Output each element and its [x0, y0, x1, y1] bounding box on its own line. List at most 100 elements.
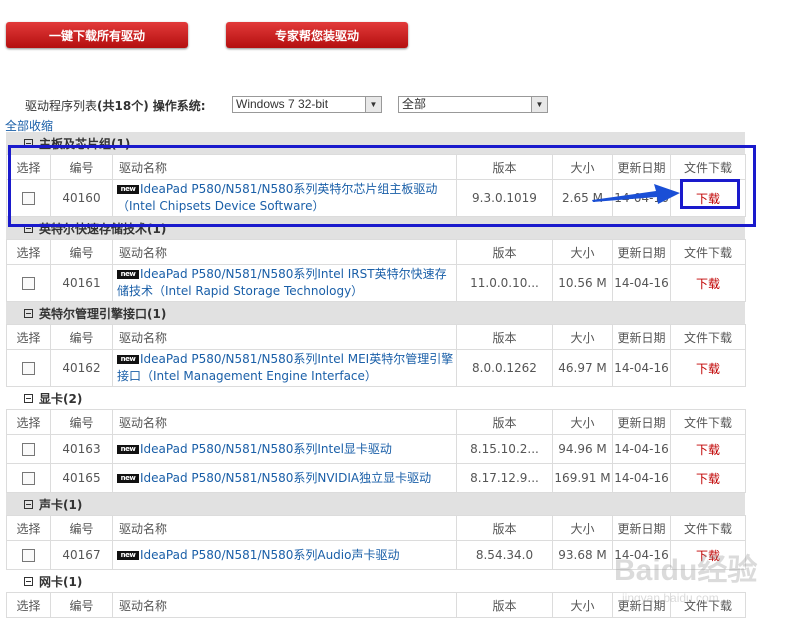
row-checkbox[interactable] — [22, 472, 35, 485]
category-header[interactable]: 显卡(2) — [6, 387, 745, 409]
filter-bar: 驱动程序列表 (共18个) 操作系统: — [25, 96, 206, 114]
column-header-download: 文件下载 — [670, 515, 746, 541]
column-header-size: 大小 — [552, 154, 613, 180]
new-badge-icon: new — [117, 270, 139, 279]
download-link[interactable]: 下载 — [696, 277, 720, 291]
row-checkbox[interactable] — [22, 277, 35, 290]
column-header-select: 选择 — [6, 592, 51, 618]
column-header-date: 更新日期 — [612, 154, 671, 180]
driver-name-link[interactable]: IdeaPad P580/N581/N580系列Intel IRST英特尔快速存… — [117, 267, 447, 298]
column-header-name: 驱动名称 — [112, 409, 457, 435]
driver-name-cell: new IdeaPad P580/N581/N580系列Intel显卡驱动 — [112, 434, 457, 464]
select-cell — [6, 349, 51, 387]
table-row: 40167 new IdeaPad P580/N581/N580系列Audio声卡驱… — [6, 540, 746, 570]
driver-name-link[interactable]: IdeaPad P580/N581/N580系列Intel MEI英特尔管理引擎… — [117, 352, 453, 383]
driver-table: 选择 编号 驱动名称 版本 大小 更新日期 文件下载 40160 new IdeaPad P580… — [6, 154, 746, 217]
row-checkbox[interactable] — [22, 549, 35, 562]
driver-list: 主板及芯片组(1) 选择 编号 驱动名称 版本 大小 更新日期 文件下载 40160 new Ide… — [6, 132, 746, 618]
collapse-icon[interactable] — [24, 138, 33, 148]
select-cell — [6, 179, 51, 217]
download-link[interactable]: 下载 — [696, 443, 720, 457]
column-header-select: 选择 — [6, 154, 51, 180]
download-cell: 下载 — [670, 540, 746, 570]
driver-name-link[interactable]: IdeaPad P580/N581/N580系列NVIDIA独立显卡驱动 — [140, 471, 431, 485]
column-header-name: 驱动名称 — [112, 154, 457, 180]
expert-install-button[interactable]: 专家帮您装驱动 — [226, 22, 408, 48]
table-row: 40161 new IdeaPad P580/N581/N580系列Intel IR… — [6, 264, 746, 302]
driver-name-cell: new IdeaPad P580/N581/N580系列Intel IRST英特尔… — [112, 264, 457, 302]
chevron-down-icon[interactable]: ▼ — [531, 97, 547, 112]
column-header-id: 编号 — [50, 592, 113, 618]
select-cell — [6, 434, 51, 464]
download-cell: 下载 — [670, 463, 746, 493]
download-cell: 下载 — [670, 349, 746, 387]
column-header-version: 版本 — [456, 154, 553, 180]
column-header-select: 选择 — [6, 409, 51, 435]
column-header-name: 驱动名称 — [112, 324, 457, 350]
column-header-name: 驱动名称 — [112, 239, 457, 265]
driver-table: 选择 编号 驱动名称 版本 大小 更新日期 文件下载 40167 new IdeaPad P580… — [6, 515, 746, 570]
column-header-select: 选择 — [6, 324, 51, 350]
download-link[interactable]: 下载 — [696, 362, 720, 376]
driver-size: 94.96 M — [552, 434, 613, 464]
column-header-size: 大小 — [552, 409, 613, 435]
new-badge-icon: new — [117, 473, 139, 483]
driver-date: 14-04-16 — [612, 463, 671, 493]
select-cell — [6, 463, 51, 493]
download-cell: 下载 — [670, 434, 746, 464]
driver-version: 8.17.12.9... — [456, 463, 553, 493]
category-header[interactable]: 声卡(1) — [6, 493, 745, 515]
collapse-icon[interactable] — [24, 308, 33, 318]
driver-id: 40160 — [50, 179, 113, 217]
column-header-download: 文件下载 — [670, 239, 746, 265]
collapse-icon[interactable] — [24, 576, 33, 586]
column-header-date: 更新日期 — [612, 409, 671, 435]
category-header[interactable]: 网卡(1) — [6, 570, 745, 592]
driver-version: 8.15.10.2... — [456, 434, 553, 464]
column-header-version: 版本 — [456, 324, 553, 350]
row-checkbox[interactable] — [22, 443, 35, 456]
driver-name-link[interactable]: IdeaPad P580/N581/N580系列Audio声卡驱动 — [140, 548, 399, 562]
category-title: 网卡(1) — [39, 574, 83, 589]
os-label: 操作系统: — [152, 98, 206, 113]
chevron-down-icon[interactable]: ▼ — [365, 97, 381, 112]
row-checkbox[interactable] — [22, 192, 35, 205]
driver-table: 选择 编号 驱动名称 版本 大小 更新日期 文件下载 — [6, 592, 746, 618]
column-header-id: 编号 — [50, 409, 113, 435]
download-link[interactable]: 下载 — [696, 472, 720, 486]
column-header-download: 文件下载 — [670, 154, 746, 180]
column-header-version: 版本 — [456, 592, 553, 618]
download-link[interactable]: 下载 — [696, 192, 720, 206]
download-link[interactable]: 下载 — [696, 549, 720, 563]
table-header-row: 选择 编号 驱动名称 版本 大小 更新日期 文件下载 — [6, 239, 746, 265]
collapse-icon[interactable] — [24, 223, 33, 233]
collapse-icon[interactable] — [24, 499, 33, 509]
row-checkbox[interactable] — [22, 362, 35, 375]
table-row: 40165 new IdeaPad P580/N581/N580系列NVIDIA独立… — [6, 463, 746, 493]
collapse-icon[interactable] — [24, 393, 33, 403]
category-header[interactable]: 主板及芯片组(1) — [6, 132, 745, 154]
category-title: 声卡(1) — [39, 497, 83, 512]
category-title: 英特尔管理引擎接口(1) — [39, 306, 167, 321]
driver-date: 14-04-16 — [612, 349, 671, 387]
category-header[interactable]: 英特尔管理引擎接口(1) — [6, 302, 745, 324]
column-header-id: 编号 — [50, 154, 113, 180]
table-header-row: 选择 编号 驱动名称 版本 大小 更新日期 文件下载 — [6, 592, 746, 618]
category-select[interactable]: 全部 ▼ — [398, 96, 548, 113]
column-header-date: 更新日期 — [612, 592, 671, 618]
column-header-id: 编号 — [50, 324, 113, 350]
driver-name-link[interactable]: IdeaPad P580/N581/N580系列Intel显卡驱动 — [140, 442, 392, 456]
column-header-name: 驱动名称 — [112, 592, 457, 618]
os-select[interactable]: Windows 7 32-bit ▼ — [232, 96, 382, 113]
new-badge-icon: new — [117, 185, 139, 194]
driver-name-cell: new IdeaPad P580/N581/N580系列Intel MEI英特尔管… — [112, 349, 457, 387]
table-row: 40163 new IdeaPad P580/N581/N580系列Intel显卡驱… — [6, 434, 746, 464]
category-header[interactable]: 英特尔快速存储技术(1) — [6, 217, 745, 239]
column-header-download: 文件下载 — [670, 409, 746, 435]
download-all-button[interactable]: 一键下载所有驱动 — [6, 22, 188, 48]
column-header-size: 大小 — [552, 592, 613, 618]
driver-table: 选择 编号 驱动名称 版本 大小 更新日期 文件下载 40161 new IdeaPad P580… — [6, 239, 746, 302]
table-header-row: 选择 编号 驱动名称 版本 大小 更新日期 文件下载 — [6, 324, 746, 350]
driver-name-link[interactable]: IdeaPad P580/N581/N580系列英特尔芯片组主板驱动（Intel… — [117, 182, 437, 213]
column-header-size: 大小 — [552, 515, 613, 541]
